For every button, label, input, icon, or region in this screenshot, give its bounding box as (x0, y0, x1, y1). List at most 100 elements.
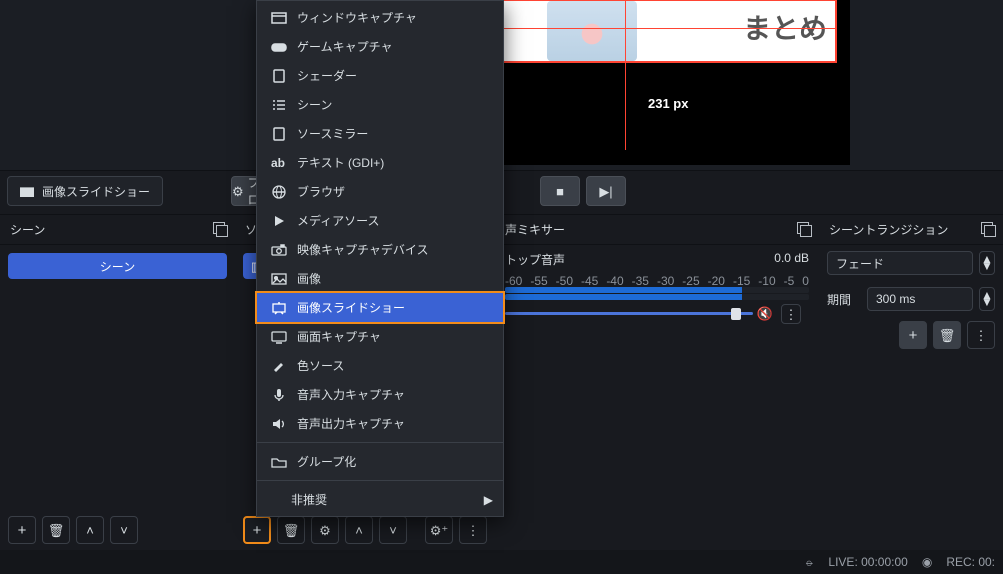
menu-item-monitor[interactable]: 画面キャプチャ (257, 322, 503, 351)
menu-item-label: メディアソース (297, 212, 380, 229)
tick: -35 (632, 274, 649, 286)
status-bar: ⦵ LIVE: 00:00:00 ◉ REC: 00: (0, 550, 1003, 574)
chevron-up-icon: ˄ (355, 524, 363, 537)
menu-item-label: 音声入力キャプチャ (297, 386, 405, 403)
gear-icon: ⚙ (319, 524, 331, 537)
mute-icon[interactable]: 🔇 (757, 306, 773, 322)
transition-mode-spinner[interactable]: ▲▼ (979, 251, 995, 275)
plus-icon: + (253, 523, 262, 538)
delete-scene-button[interactable]: 🗑 (42, 516, 70, 544)
menu-item-label: 音声出力キャプチャ (297, 415, 405, 432)
volume-slider[interactable] (505, 312, 753, 315)
doc-icon (271, 127, 287, 141)
tick: -55 (530, 274, 547, 286)
menu-item-list[interactable]: シーン (257, 90, 503, 119)
menu-item-slides[interactable]: 画像スライドショー (257, 293, 503, 322)
source-advanced-button[interactable]: ⚙⁺ (425, 516, 453, 544)
list-icon (271, 98, 287, 112)
dock-icon[interactable] (981, 222, 995, 236)
delete-source-button[interactable]: 🗑 (277, 516, 305, 544)
monitor-icon (271, 330, 287, 344)
tick: -10 (758, 274, 775, 286)
menu-item-play[interactable]: メディアソース (257, 206, 503, 235)
transition-menu-button[interactable]: ⋮ (967, 321, 995, 349)
source-down-button[interactable]: ˅ (379, 516, 407, 544)
transition-add-button[interactable]: + (899, 321, 927, 349)
volume-slider-thumb[interactable] (731, 308, 741, 320)
menu-separator (257, 442, 503, 443)
add-scene-button[interactable]: + (8, 516, 36, 544)
scene-list-item[interactable]: シーン (8, 253, 227, 279)
preview-size-label: 231 px (648, 96, 688, 111)
menu-item-brush[interactable]: 色ソース (257, 351, 503, 380)
scenes-panel: シーン シーン + 🗑 ˄ ˅ (0, 214, 235, 550)
gamepad-icon (271, 40, 287, 54)
preview-selected-source[interactable]: まとめ (500, 0, 836, 62)
chevron-down-icon: ˅ (389, 524, 397, 537)
mic-icon (271, 388, 287, 402)
menu-item-camera[interactable]: 映像キャプチャデバイス (257, 235, 503, 264)
menu-item-doc[interactable]: ソースミラー (257, 119, 503, 148)
globe-icon (271, 185, 287, 199)
menu-item-doc[interactable]: シェーダー (257, 61, 503, 90)
trash-icon: 🗑 (283, 524, 300, 537)
dock-icon[interactable] (797, 222, 811, 236)
menu-item-gamepad[interactable]: ゲームキャプチャ (257, 32, 503, 61)
brush-icon (271, 359, 287, 373)
source-up-button[interactable]: ˄ (345, 516, 373, 544)
tick: -60 (505, 274, 522, 286)
audio-slider-row: 🔇 ⋮ (505, 304, 809, 324)
audio-track: トップ音声 0.0 dB -60 -55 -50 -45 -40 -35 -30… (495, 245, 819, 330)
audio-track-menu[interactable]: ⋮ (781, 304, 801, 324)
menu-item-label: ブラウザ (297, 183, 345, 200)
tick: -50 (556, 274, 573, 286)
slides-icon (271, 301, 287, 315)
transition-duration-field[interactable]: 300 ms (867, 287, 973, 311)
menu-item-label: 非推奨 (291, 491, 327, 508)
connection-icon: ⦵ (804, 555, 814, 570)
gear-icon: ⚙ (232, 185, 244, 198)
selected-source-chip[interactable]: 画像スライドショー (7, 176, 163, 206)
scenes-panel-header[interactable]: シーン (0, 215, 235, 245)
tick: -5 (784, 274, 795, 286)
add-source-button[interactable]: + (243, 516, 271, 544)
transitions-header[interactable]: シーントランジション (819, 215, 1003, 245)
next-button[interactable]: ▶| (586, 176, 626, 206)
stop-icon: ■ (556, 185, 564, 198)
source-properties-button[interactable]: ⚙ (311, 516, 339, 544)
stop-button[interactable]: ■ (540, 176, 580, 206)
menu-item-label: 映像キャプチャデバイス (297, 241, 429, 258)
scene-down-button[interactable]: ˅ (110, 516, 138, 544)
rec-icon: ◉ (922, 555, 932, 569)
dock-icon[interactable] (213, 222, 227, 236)
menu-item-label: 画像 (297, 270, 321, 287)
menu-item-ab[interactable]: abテキスト (GDI+) (257, 148, 503, 177)
crosshair-horizontal (500, 28, 836, 29)
add-source-context-menu[interactable]: ウィンドウキャプチャゲームキャプチャシェーダーシーンソースミラーabテキスト (… (256, 0, 504, 517)
transition-delete-button[interactable]: 🗑 (933, 321, 961, 349)
chevron-up-icon: ˄ (86, 524, 94, 537)
menu-item-window[interactable]: ウィンドウキャプチャ (257, 3, 503, 32)
menu-item-mic[interactable]: 音声入力キャプチャ (257, 380, 503, 409)
plus-icon: + (18, 523, 27, 538)
transition-duration-spinner[interactable]: ▲▼ (979, 287, 995, 311)
menu-separator (257, 480, 503, 481)
transition-duration-value: 300 ms (876, 292, 915, 306)
menu-item-label: ウィンドウキャプチャ (297, 9, 417, 26)
source-menu-button[interactable]: ⋮ (459, 516, 487, 544)
tick: -40 (606, 274, 623, 286)
menu-item-label: テキスト (GDI+) (297, 154, 384, 171)
menu-item-globe[interactable]: ブラウザ (257, 177, 503, 206)
play-icon (271, 214, 287, 228)
menu-item-group[interactable]: グループ化 (257, 447, 503, 476)
kebab-icon: ⋮ (785, 308, 798, 321)
menu-item-deprecated[interactable]: 非推奨▶ (257, 485, 503, 514)
audio-mixer-header[interactable]: 声ミキサー (495, 215, 819, 245)
menu-item-image[interactable]: 画像 (257, 264, 503, 293)
scene-up-button[interactable]: ˄ (76, 516, 104, 544)
menu-item-speaker[interactable]: 音声出力キャプチャ (257, 409, 503, 438)
next-icon: ▶| (599, 185, 612, 198)
menu-item-label: シェーダー (297, 67, 357, 84)
audio-meter (505, 294, 809, 300)
transition-mode-select[interactable]: フェード (827, 251, 973, 275)
